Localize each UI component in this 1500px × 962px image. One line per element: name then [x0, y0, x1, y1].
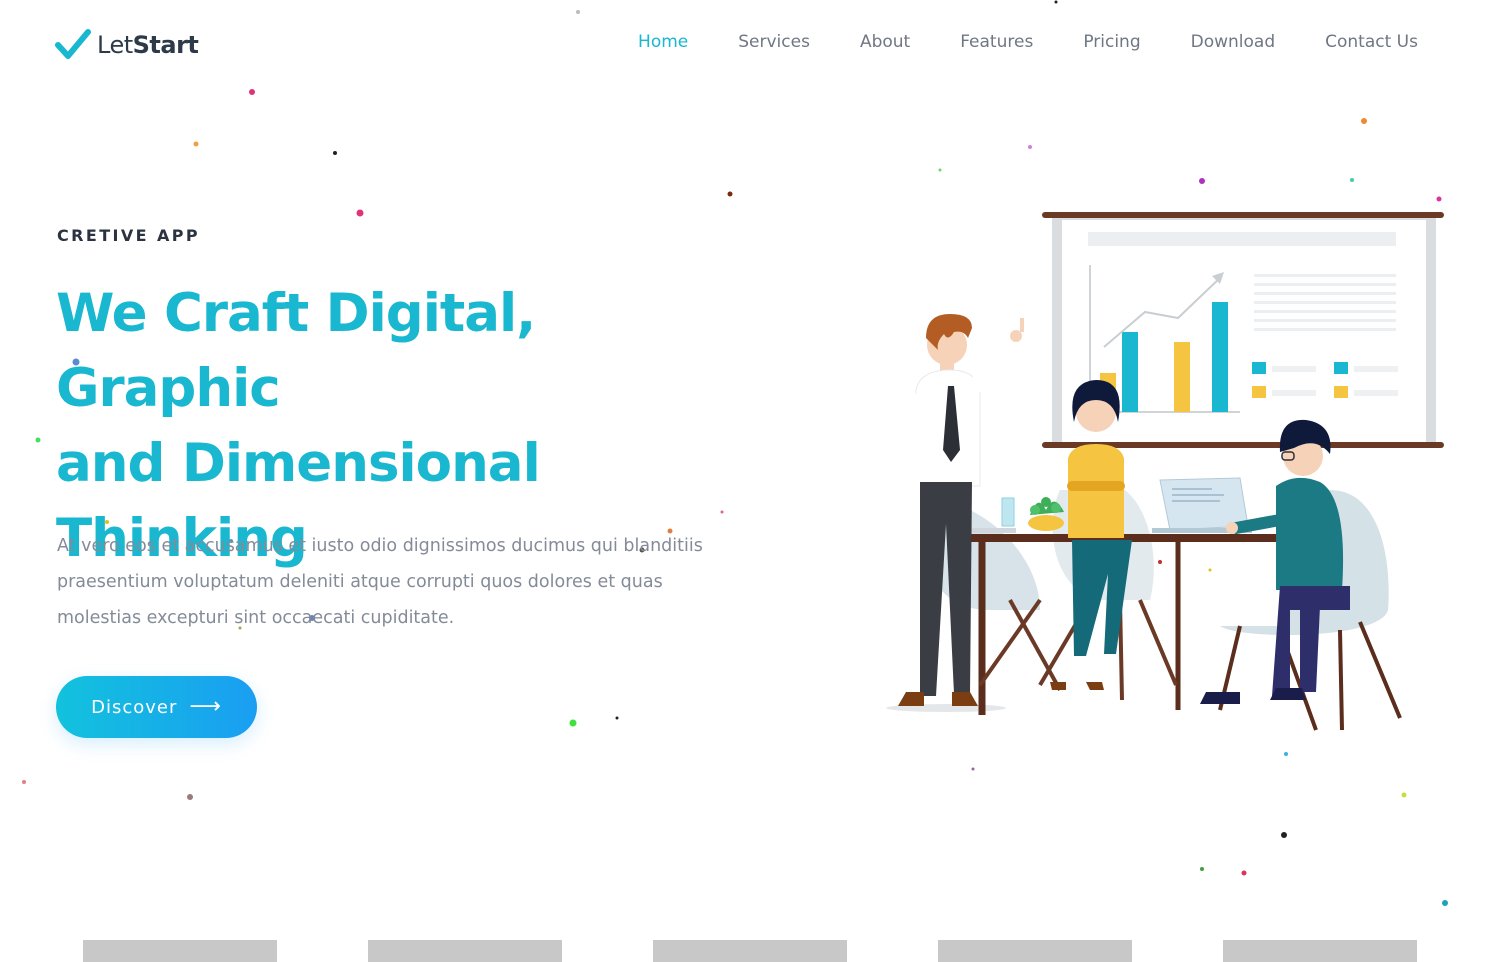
- main-nav: Home Services About Features Pricing Dow…: [588, 30, 1418, 54]
- board-bar: [1122, 332, 1138, 412]
- feature-cards-row: [0, 940, 1500, 962]
- hero-eyebrow: CRETIVE APP: [57, 226, 200, 245]
- hero-headline-line: and Dimensional: [56, 433, 541, 494]
- nav-item-home[interactable]: Home: [638, 30, 688, 54]
- hero-paragraph: At vero eos et accusamus et iusto odio d…: [57, 528, 737, 636]
- board-bar: [1212, 302, 1228, 412]
- brand-name-bold: Start: [132, 31, 199, 59]
- brand-name: LetStart: [97, 31, 199, 59]
- seated-man-figure: [1200, 419, 1350, 704]
- nav-item-download[interactable]: Download: [1191, 30, 1276, 54]
- feature-card-placeholder: [1223, 940, 1417, 962]
- feature-card-placeholder: [938, 940, 1132, 962]
- nav-item-about[interactable]: About: [860, 30, 910, 54]
- hero-paragraph-line: At vero eos et accusamus et iusto odio d…: [57, 536, 703, 556]
- discover-button[interactable]: Discover ⟶: [56, 676, 257, 738]
- hero-paragraph-line: molestias excepturi sint occaecati cupid…: [57, 608, 455, 628]
- hero-headline-line: We Craft Digital, Graphic: [56, 283, 536, 419]
- feature-card-placeholder: [653, 940, 847, 962]
- feature-card-placeholder: [368, 940, 562, 962]
- site-header: LetStart Home Services About Features Pr…: [0, 0, 1500, 90]
- feature-card-placeholder: [83, 940, 277, 962]
- hero-paragraph-line: praesentium voluptatum deleniti atque co…: [57, 572, 663, 592]
- board-bar: [1174, 342, 1190, 412]
- nav-item-features[interactable]: Features: [960, 30, 1033, 54]
- brand-name-light: Let: [97, 31, 133, 59]
- discover-button-label: Discover: [91, 696, 178, 718]
- brand-logo[interactable]: LetStart: [55, 28, 199, 62]
- nav-item-services[interactable]: Services: [738, 30, 810, 54]
- arrow-right-icon: ⟶: [189, 694, 222, 719]
- nav-item-contact-us[interactable]: Contact Us: [1325, 30, 1418, 54]
- team-meeting-illustration: [886, 212, 1444, 731]
- check-icon: [55, 29, 91, 59]
- whiteboard-top-bar: [1042, 212, 1444, 218]
- nav-item-pricing[interactable]: Pricing: [1083, 30, 1140, 54]
